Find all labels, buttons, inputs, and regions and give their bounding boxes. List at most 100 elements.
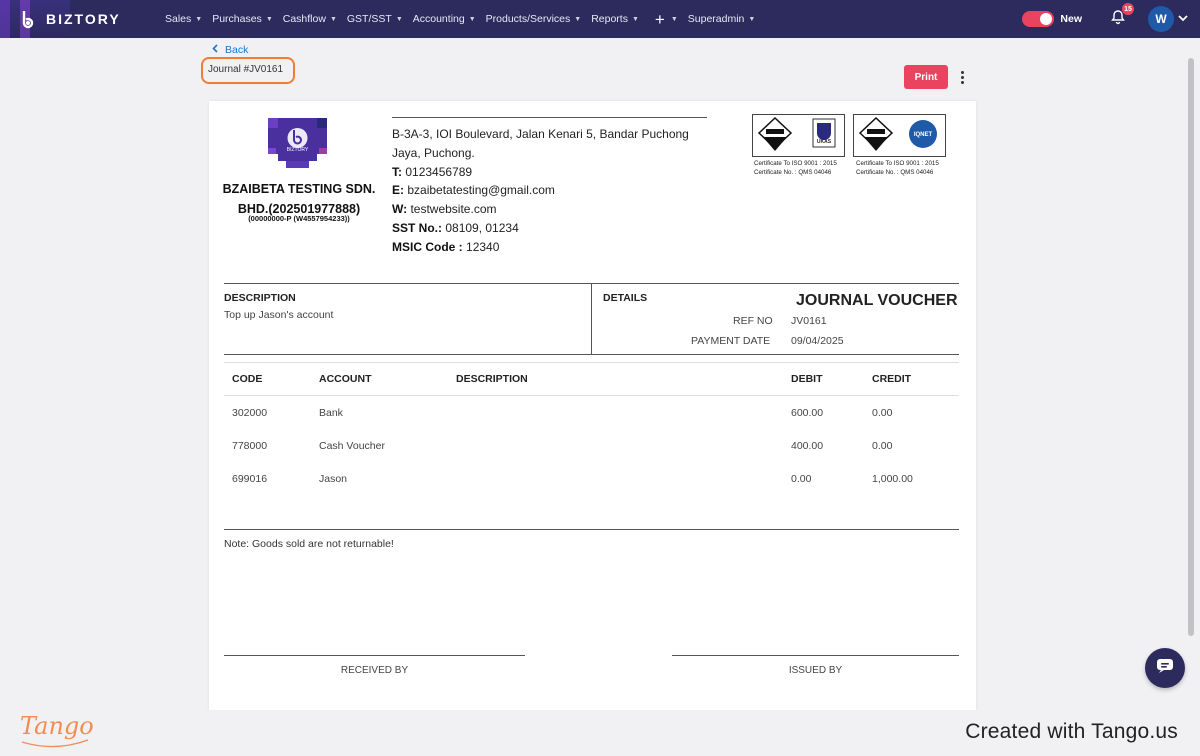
company-phone: T: 0123456789	[392, 164, 473, 179]
ref-label: REF NO	[733, 315, 773, 327]
caret-down-icon: ▼	[468, 15, 476, 23]
issued-signature-line	[672, 655, 959, 656]
col-credit: CREDIT	[872, 373, 912, 385]
caret-down-icon: ▼	[395, 15, 403, 23]
caret-down-icon: ▼	[748, 15, 756, 23]
nav-label: Superadmin	[687, 13, 745, 25]
company-website: W: testwebsite.com	[392, 202, 497, 217]
payment-date-label: PAYMENT DATE	[691, 335, 771, 347]
address-divider	[392, 117, 707, 118]
cell-code: 778000	[232, 440, 268, 452]
col-description: DESCRIPTION	[456, 373, 528, 385]
tango-swoosh-icon	[21, 739, 89, 748]
cell-credit: 1,000.00	[872, 473, 913, 485]
cell-account: Cash Voucher	[319, 440, 385, 452]
company-address: B-3A-3, IOI Boulevard, Jalan Kenari 5, B…	[392, 127, 689, 160]
cell-code: 699016	[232, 473, 268, 485]
page-title: Journal #JV0161	[208, 64, 284, 75]
terms-note: Note: Goods sold are not returnable!	[224, 538, 394, 550]
section-bottom-divider	[224, 354, 959, 355]
cell-credit: 0.00	[872, 407, 893, 419]
chat-icon	[1156, 658, 1174, 679]
cell-account: Bank	[319, 407, 343, 419]
col-code: CODE	[232, 373, 263, 385]
more-options-icon[interactable]	[955, 66, 969, 88]
nav-products-services[interactable]: Products/Services ▼	[481, 13, 587, 25]
iso-certificate-ukas: UKAS	[752, 114, 845, 157]
col-debit: DEBIT	[791, 373, 823, 385]
new-ui-toggle[interactable]	[1022, 11, 1055, 27]
cell-credit: 0.00	[872, 440, 893, 452]
nav-label: Purchases	[212, 13, 262, 25]
cell-debit: 0.00	[791, 473, 812, 485]
chat-button[interactable]	[1145, 648, 1185, 688]
nav-label: GST/SST	[346, 13, 392, 25]
tango-logo: Tango	[20, 712, 94, 740]
nav-label: Reports	[591, 13, 628, 25]
user-avatar[interactable]: W	[1148, 6, 1174, 32]
cert-caption-2: Certificate To ISO 9001 : 2015 Certificat…	[856, 160, 939, 176]
nav-label: Cashflow	[282, 13, 326, 25]
ref-value: JV0161	[791, 315, 827, 327]
table-header-line	[224, 395, 959, 396]
section-vertical-divider	[591, 283, 592, 354]
description-text: Top up Jason's account	[224, 309, 334, 321]
payment-date-value: 09/04/2025	[791, 335, 844, 347]
cert-caption-1: Certificate To ISO 9001 : 2015 Certificat…	[754, 160, 837, 176]
company-logo: BIZTORY	[268, 118, 327, 168]
chevron-left-icon	[212, 44, 218, 56]
logo-caption: BIZTORY	[287, 147, 309, 153]
nav-label: Accounting	[412, 13, 465, 25]
caret-down-icon: ▼	[631, 15, 639, 23]
main-menu: Sales ▼ Purchases ▼ Cashflow ▼ GST/SST ▼ Acc…	[160, 11, 760, 28]
nav-accounting[interactable]: Accounting ▼	[408, 13, 481, 25]
brand-name: BIZTORY	[46, 11, 121, 27]
nav-purchases[interactable]: Purchases ▼	[207, 13, 278, 25]
company-email: E: bzaibetatesting@gmail.com	[392, 183, 555, 198]
badge-label: UKAS	[817, 139, 832, 145]
created-with-tango: Created with Tango.us	[965, 720, 1178, 743]
caret-down-icon: ▼	[265, 15, 273, 23]
nav-label: Products/Services	[485, 13, 571, 25]
cell-debit: 600.00	[791, 407, 824, 419]
col-account: ACCOUNT	[319, 373, 372, 385]
nav-gst-sst[interactable]: GST/SST ▼	[342, 13, 408, 25]
table-top-line	[224, 362, 959, 363]
details-heading: DETAILS	[603, 292, 648, 304]
cell-account: Jason	[319, 473, 348, 485]
tango-footer: Tango Created with Tango.us	[0, 710, 1200, 756]
received-signature-line	[224, 655, 525, 656]
cell-code: 302000	[232, 407, 268, 419]
toggle-label: New	[1060, 13, 1082, 25]
badge-label: IQNET	[914, 132, 933, 138]
description-heading: DESCRIPTION	[224, 292, 296, 304]
toggle-knob	[1040, 13, 1053, 25]
brand[interactable]: BIZTORY	[0, 0, 160, 38]
document-title: JOURNAL VOUCHER	[796, 292, 958, 309]
company-address-block: B-3A-3, IOI Boulevard, Jalan Kenari 5, B…	[392, 125, 712, 257]
journal-voucher-document: BIZTORY BZAIBETA TESTING SDN. BHD.(20250…	[209, 101, 976, 713]
back-label: Back	[225, 44, 249, 56]
nav-right-controls: New 15 W	[1022, 0, 1200, 38]
caret-down-icon: ▼	[574, 15, 582, 23]
nav-quick-add[interactable]: + ▼	[644, 11, 683, 28]
nav-reports[interactable]: Reports ▼	[586, 13, 644, 25]
company-sst: SST No.: 08109, 01234	[392, 220, 519, 235]
company-registration: (00000000-P (W4557954233))	[248, 214, 350, 223]
notifications-button[interactable]: 15	[1108, 3, 1134, 29]
caret-down-icon: ▼	[195, 15, 203, 23]
chevron-down-icon[interactable]	[1178, 14, 1188, 24]
nav-label: Sales	[165, 13, 192, 25]
company-name-line1: BZAIBETA TESTING SDN.	[222, 182, 376, 196]
nav-cashflow[interactable]: Cashflow ▼	[278, 13, 342, 25]
top-nav-bar: BIZTORY Sales ▼ Purchases ▼ Cashflow ▼ GST/…	[0, 0, 1200, 38]
nav-superadmin[interactable]: Superadmin ▼	[683, 13, 761, 25]
caret-down-icon: ▼	[329, 15, 337, 23]
scrollbar-thumb[interactable]	[1188, 58, 1194, 636]
cell-debit: 400.00	[791, 440, 824, 452]
back-link[interactable]: Back	[212, 44, 248, 56]
print-button[interactable]: Print	[904, 65, 948, 89]
biztory-logo-icon	[18, 8, 40, 30]
nav-sales[interactable]: Sales ▼	[160, 13, 207, 25]
plus-icon: +	[654, 9, 665, 29]
